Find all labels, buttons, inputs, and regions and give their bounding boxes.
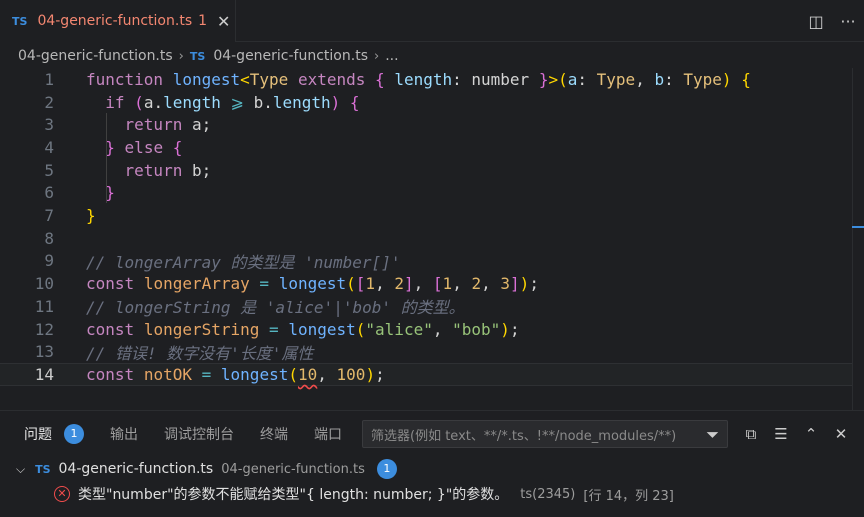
editor-actions: ◫ ··· (800, 0, 864, 42)
split-editor-icon[interactable]: ◫ (800, 12, 832, 31)
code-text: // longerArray 的类型是 'number[]' (86, 252, 401, 272)
more-actions-icon[interactable]: ··· (832, 12, 864, 31)
line-number: 6 (44, 183, 54, 203)
typescript-icon: TS (35, 462, 51, 476)
breadcrumb-file[interactable]: 04-generic-function.ts (18, 48, 173, 64)
problem-code[interactable]: ts(2345) (520, 487, 575, 502)
line-number: 3 (44, 115, 54, 135)
breadcrumb-file-symbol[interactable]: 04-generic-function.ts (213, 48, 368, 64)
code-line: 3 return a; (0, 113, 852, 136)
code-text: // longerString 是 'alice'|'bob' 的类型。 (86, 298, 465, 318)
problem-file-row[interactable]: ⌵ TS 04-generic-function.ts 04-generic-f… (16, 458, 397, 480)
breadcrumb-more[interactable]: ... (385, 48, 398, 64)
code-text: const notOK = longest(10, 100); (86, 364, 385, 384)
code-line: 7 } (0, 204, 852, 227)
code-line: 8 (0, 227, 852, 250)
line-number: 13 (34, 342, 54, 362)
code-text: if (a.length ⩾ b.length) { (105, 92, 360, 112)
chevron-right-icon: › (373, 48, 380, 64)
error-icon: ✕ (54, 486, 70, 502)
problem-location: [行 14，列 23] (583, 488, 674, 504)
filter-placeholder: 筛选器(例如 text、**/*.ts、!**/node_modules/**) (371, 428, 677, 444)
code-text: } (86, 206, 96, 226)
code-text: const longerArray = longest([1, 2], [1, … (86, 274, 539, 294)
chevron-down-icon[interactable]: ⌵ (16, 462, 25, 477)
code-text: return a; (124, 115, 212, 135)
line-number: 10 (34, 274, 54, 294)
code-text: // 错误! 数字没有'长度'属性 (86, 343, 314, 363)
code-line: 6 } (0, 182, 852, 205)
editor-tab[interactable]: TS 04-generic-function.ts 1 ✕ (0, 0, 236, 42)
tab-ports[interactable]: 端口 (314, 424, 342, 444)
close-panel-icon[interactable]: ✕ (826, 425, 856, 443)
code-text: } (105, 183, 115, 203)
tab-terminal[interactable]: 终端 (260, 424, 288, 444)
code-line: 1 function longest<Type extends { length… (0, 68, 852, 91)
code-line: 13 // 错误! 数字没有'长度'属性 (0, 340, 852, 363)
line-number: 1 (44, 69, 54, 89)
list-view-icon[interactable]: ☰ (766, 425, 796, 443)
code-editor[interactable]: 1 function longest<Type extends { length… (0, 68, 864, 410)
code-text: return b; (124, 160, 212, 180)
code-line-current: 14 const notOK = longest(10, 100); (0, 363, 852, 386)
problem-file-count: 1 (376, 459, 397, 479)
typescript-icon: TS (189, 49, 206, 63)
code-line: 10 const longerArray = longest([1, 2], [… (0, 272, 852, 295)
tab-problems[interactable]: 问题 1 (24, 424, 84, 444)
tab-output[interactable]: 输出 (110, 424, 138, 444)
scroll-marker (852, 226, 864, 228)
line-number: 14 (34, 364, 54, 384)
error-squiggle[interactable]: 10 (298, 365, 317, 384)
problems-filter-input[interactable]: 筛选器(例如 text、**/*.ts、!**/node_modules/**)… (362, 420, 728, 448)
close-icon[interactable]: ✕ (217, 12, 230, 31)
code-line: 4 } else { (0, 136, 852, 159)
problems-count-badge: 1 (64, 424, 84, 444)
filter-icon[interactable]: ⏷ (706, 425, 719, 445)
code-text: const longerString = longest("alice", "b… (86, 319, 520, 339)
code-line: 12 const longerString = longest("alice",… (0, 318, 852, 341)
problem-file-path: 04-generic-function.ts (221, 461, 365, 477)
line-number: 7 (44, 206, 54, 226)
tab-title: 04-generic-function.ts (37, 13, 193, 29)
line-number: 5 (44, 160, 54, 180)
tab-label: 问题 (24, 427, 52, 443)
copy-icon[interactable]: ⧉ (736, 425, 766, 443)
panel-actions: ⧉ ☰ ⌃ ✕ (736, 420, 856, 448)
line-number: 9 (44, 251, 54, 271)
chevron-right-icon: › (178, 48, 184, 64)
editor-scrollbar[interactable] (852, 68, 864, 410)
bottom-panel: 问题 1 输出 调试控制台 终端 端口 筛选器(例如 text、**/*.ts、!… (0, 410, 864, 517)
problem-message: 类型"number"的参数不能赋给类型"{ length: number; }"… (78, 487, 509, 503)
line-number: 8 (44, 228, 54, 248)
typescript-icon: TS (12, 14, 28, 28)
line-number: 12 (34, 319, 54, 339)
code-line: 9 // longerArray 的类型是 'number[]' (0, 250, 852, 273)
maximize-panel-icon[interactable]: ⌃ (796, 425, 826, 443)
line-number: 2 (44, 92, 54, 112)
problem-file-name: 04-generic-function.ts (58, 461, 214, 477)
code-text: } else { (105, 137, 183, 157)
problem-message-row[interactable]: ✕ 类型"number"的参数不能赋给类型"{ length: number; … (54, 483, 674, 505)
code-line: 5 return b; (0, 159, 852, 182)
code-text: function longest<Type extends { length: … (86, 69, 751, 89)
code-line: 2 if (a.length ⩾ b.length) { (0, 91, 852, 114)
line-number: 11 (34, 296, 54, 316)
code-line: 11 // longerString 是 'alice'|'bob' 的类型。 (0, 295, 852, 318)
tab-bar: TS 04-generic-function.ts 1 ✕ ◫ ··· (0, 0, 864, 42)
breadcrumb: 04-generic-function.ts › TS 04-generic-f… (0, 44, 864, 68)
line-number: 4 (44, 137, 54, 157)
tab-debug-console[interactable]: 调试控制台 (164, 424, 234, 444)
tab-problem-count: 1 (198, 13, 208, 29)
